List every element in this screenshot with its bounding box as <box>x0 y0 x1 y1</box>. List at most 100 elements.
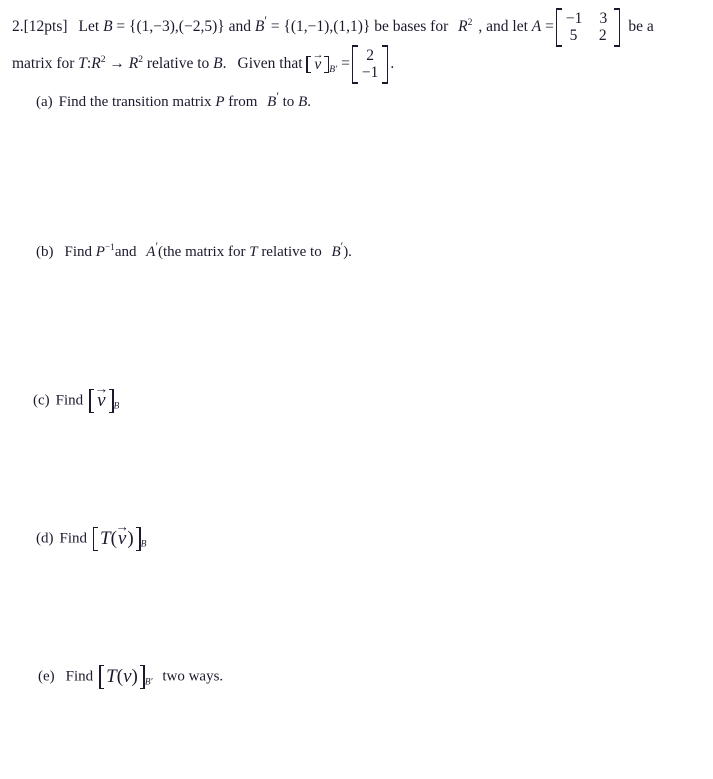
part-a-text-3: to <box>282 94 295 110</box>
bracket-right-coord-v <box>324 55 330 74</box>
bracket-right-vector-v <box>382 45 389 84</box>
answer-area-d[interactable] <box>36 552 676 657</box>
matrix-A-cell-0-1: 3 <box>599 10 608 27</box>
period-1: . <box>222 54 227 72</box>
basis-B-reference: B <box>213 54 223 72</box>
matrix-A-rows: −1 3 5 2 <box>562 8 615 47</box>
part-c-vector-v: → v <box>95 382 109 412</box>
answer-area-e[interactable] <box>36 692 676 772</box>
part-c-coordinate-vector: → v <box>89 382 114 413</box>
transformation-T-symbol: T <box>78 54 87 72</box>
vector-v-symbol: → v <box>312 49 323 73</box>
prime-mark-Bprime: ′ <box>264 13 267 28</box>
basis-Bprime-symbol: B <box>254 17 265 35</box>
part-c-bracket-body: → v <box>94 382 109 413</box>
part-d-bracket-right <box>135 527 141 551</box>
equals-sign-2: = <box>270 17 280 35</box>
part-b-label: (b) <box>36 244 54 260</box>
matrix-A-symbol: A <box>531 17 542 35</box>
problem-points: [12pts] <box>23 17 68 35</box>
basis-Bprime-value: {(1,−1),(1,1)} <box>283 17 371 35</box>
part-d-coordinate-vector: T(→ v) <box>93 520 141 551</box>
problem-statement-line-2: matrix for T:R2 → R2 relative to B. Given… <box>12 45 394 84</box>
part-d-label: (d) <box>36 530 54 547</box>
answer-area-c[interactable] <box>36 412 676 520</box>
equals-sign-1: = <box>116 17 126 35</box>
part-a-symbol-P: P <box>215 94 225 110</box>
part-e-symbol-T: T <box>106 666 117 687</box>
subscript-Bprime-mark: ′ <box>335 64 338 76</box>
problem-part-d: (d) Find T(→ v) B <box>36 520 146 551</box>
part-e-coordinate-vector: T(v) <box>99 665 145 689</box>
part-d-vector-v: → v <box>115 520 129 550</box>
basis-B-value: {(1,−3),(−2,5)} <box>129 17 225 35</box>
text-matrix-for: matrix for <box>12 54 75 72</box>
part-b-text-1: Find <box>64 244 93 260</box>
vector-v-coordinates-value: 2 −1 <box>351 45 389 84</box>
answer-area-b[interactable] <box>36 262 676 380</box>
domain-R-symbol: R <box>91 54 101 72</box>
part-b-text-5: ). <box>343 244 352 260</box>
coordinate-vector-v-Bprime: → v <box>306 49 330 74</box>
bracket-left-coord-v <box>306 55 312 74</box>
part-d-text-1: Find <box>59 530 88 547</box>
part-a-text-4: . <box>307 94 311 110</box>
part-b-symbol-T: T <box>249 244 258 260</box>
part-c-subscript-B: B <box>113 401 120 412</box>
part-d-symbol-T: T <box>100 528 111 549</box>
part-b-text-4: relative to <box>261 244 322 260</box>
part-c-bracket-left <box>89 389 95 413</box>
problem-statement-line-1: 2.[12pts] Let B = {(1,−3),(−2,5)} and B′ … <box>12 8 654 47</box>
part-e-subscript-prime-mark: ′ <box>150 677 153 688</box>
answer-area-a[interactable] <box>36 112 676 232</box>
part-a-prime-mark: ′ <box>276 90 279 103</box>
bracket-left-vector-v <box>351 45 358 84</box>
part-b-text-2: and <box>114 244 137 260</box>
text-be-bases-for: be bases for <box>374 17 449 35</box>
space-R-exponent: 2 <box>467 16 473 28</box>
matrix-A-cell-1-1: 2 <box>598 27 607 45</box>
basis-B-symbol: B <box>103 17 113 35</box>
text-and-let: and let <box>486 17 528 35</box>
part-b-symbol-Bprime: B <box>331 244 341 260</box>
part-b-P-exponent: −1 <box>104 243 115 253</box>
text-let: Let <box>78 17 100 35</box>
matrix-A-value: −1 3 5 2 <box>555 8 621 47</box>
bracket-right-matrix-A <box>614 8 621 47</box>
coord-vector-body: → v <box>311 49 324 74</box>
part-c-bracket-right <box>108 389 114 413</box>
part-b-text-3: (the matrix for <box>158 244 246 260</box>
matrix-A-cell-0-0: −1 <box>565 10 583 27</box>
part-c-text-1: Find <box>55 392 84 409</box>
equals-sign-3: = <box>545 17 554 35</box>
part-e-label: (e) <box>38 668 55 685</box>
vector-v-row-0: 2 <box>362 47 379 64</box>
problem-part-b: (b) Find P−1and A′(the matrix for T relat… <box>36 240 352 261</box>
domain-R-exponent: 2 <box>100 53 106 65</box>
equals-sign-4: = <box>341 54 350 72</box>
problem-part-c: (c) Find → v B <box>33 382 120 413</box>
vector-arrow-accent-icon: → <box>312 49 324 62</box>
part-a-label: (a) <box>36 94 53 110</box>
part-c-label: (c) <box>33 392 50 409</box>
problem-number: 2. <box>12 17 24 35</box>
part-e-text-1: Find <box>65 668 94 685</box>
part-a-symbol-Bprime: B <box>267 94 277 110</box>
period-2: . <box>390 54 395 72</box>
matrix-A-row-1: 52 <box>566 27 611 44</box>
codomain-R-exponent: 2 <box>138 53 144 65</box>
text-be-a: be a <box>628 17 654 35</box>
vector-v-row-1: −1 <box>362 64 379 81</box>
part-e-bracket-right <box>139 665 145 689</box>
matrix-A-row-0: −1 3 <box>566 10 611 27</box>
text-given-that: Given that <box>237 54 303 72</box>
problem-part-e: (e) Find T(v) B′ two ways. <box>38 665 223 689</box>
part-d-bracket-body: T(→ v) <box>98 520 136 551</box>
part-e-bracket-body: T(v) <box>104 665 140 689</box>
part-c-vector-arrow-accent-icon: → <box>94 381 109 397</box>
comma-after-R2: , <box>478 17 483 35</box>
part-d-vector-arrow-accent-icon: → <box>115 519 129 535</box>
vector-v-rows: 2 −1 <box>358 45 383 84</box>
codomain-R-symbol: R <box>128 54 139 72</box>
vector-v-cell-1: −1 <box>361 64 379 82</box>
